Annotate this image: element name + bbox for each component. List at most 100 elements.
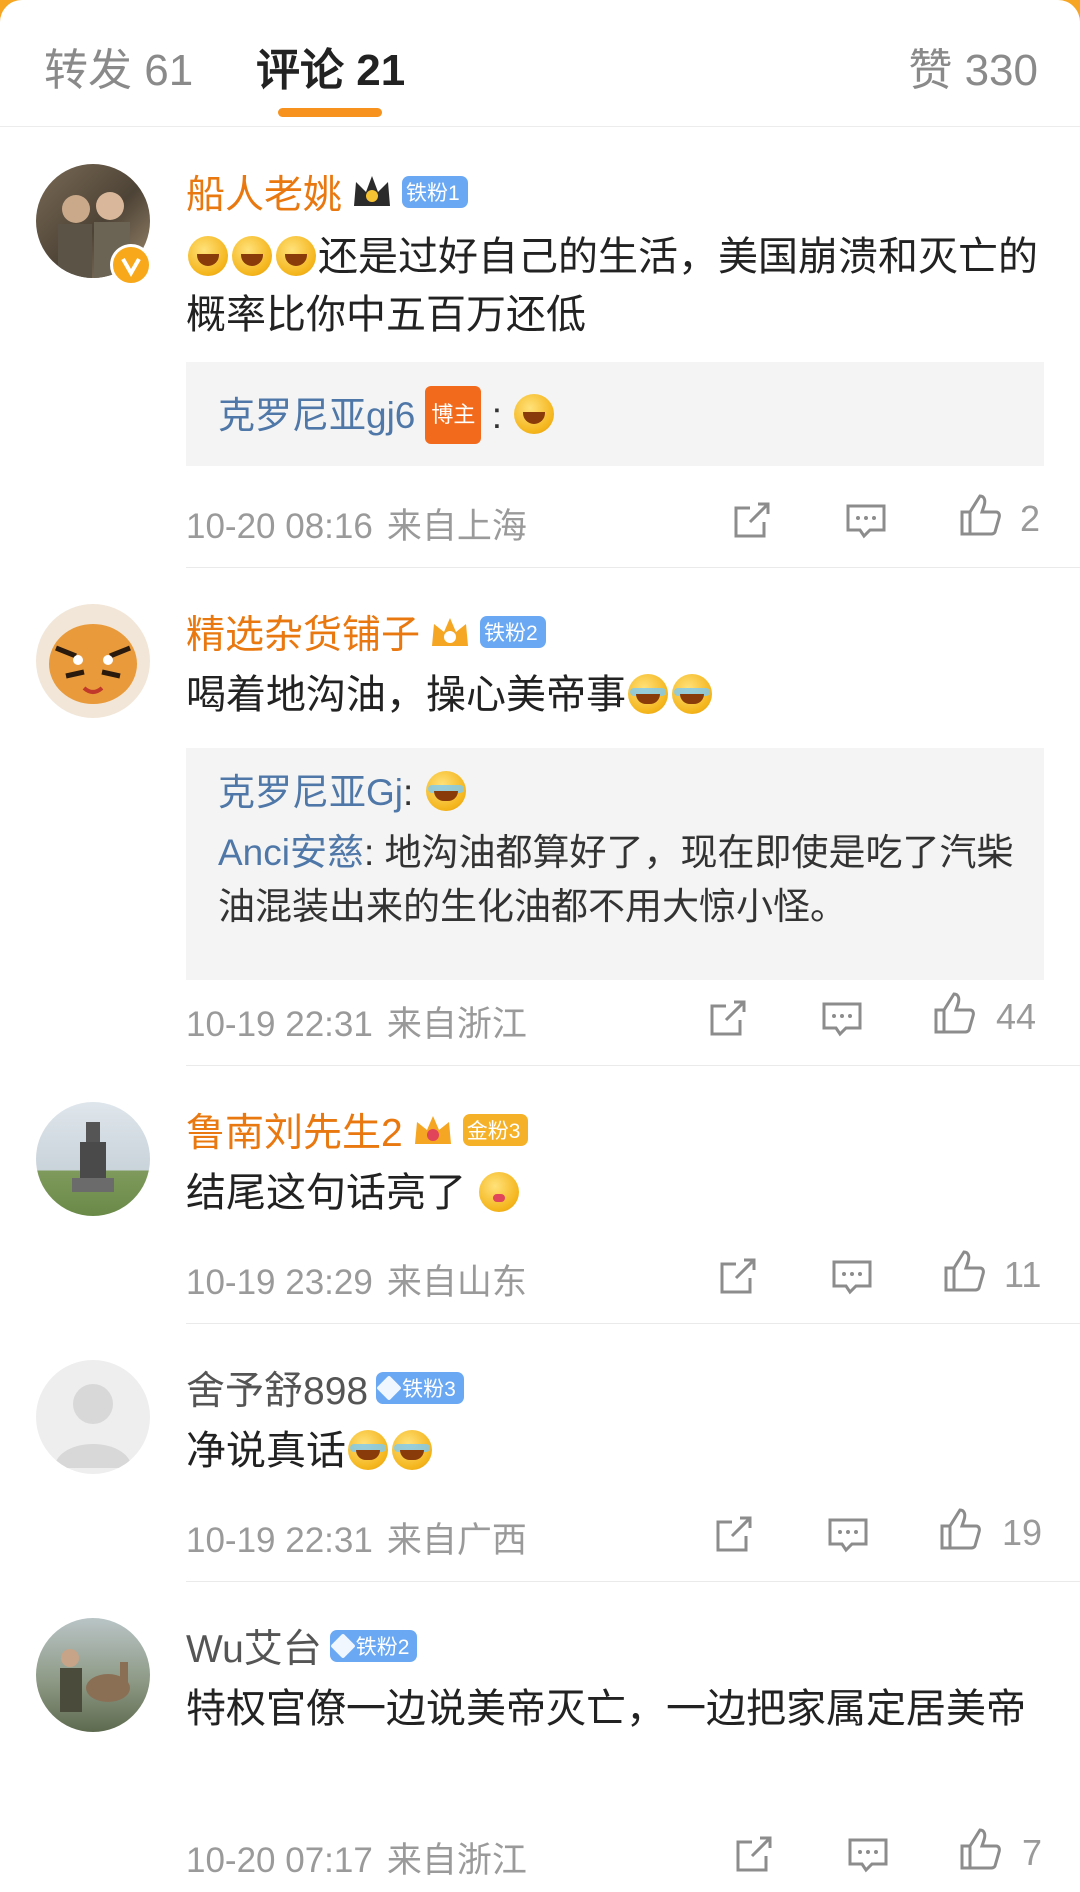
comment-body: 特权官僚一边说美帝灭亡，一边把家属定居美帝: [186, 1687, 1026, 1731]
reply-button[interactable]: [818, 994, 866, 1042]
location: 来自山东: [386, 1263, 527, 1302]
comment-text: 喝着地沟油，操心美帝事: [186, 666, 1046, 724]
fan-badge-label: 铁粉2: [355, 1636, 410, 1659]
laugh-cry-emoji-icon: [392, 1430, 432, 1470]
comment-meta: 10-19 22:31 来自广西: [186, 1512, 527, 1563]
share-button[interactable]: [710, 1510, 758, 1558]
location: 来自浙江: [386, 1841, 527, 1880]
comment-item: 鲁南刘先生2 金粉3 结尾这句话亮了 10-19 23:29 来自山东 11: [0, 1066, 1080, 1324]
comment-body: 结尾这句话亮了: [186, 1171, 466, 1215]
reply-username[interactable]: 克罗尼亚Gj: [218, 772, 403, 813]
comment-item: 精选杂货铺子 铁粉2 喝着地沟油，操心美帝事 克罗尼亚Gj: Anci安慈: 地…: [0, 568, 1080, 1066]
fan-badge: 铁粉3: [376, 1372, 464, 1404]
like-button[interactable]: [940, 1248, 988, 1296]
grin-emoji-icon: [232, 236, 272, 276]
comment-meta: 10-19 23:29 来自山东: [186, 1254, 527, 1305]
fan-badge: 铁粉1: [402, 176, 468, 208]
avatar[interactable]: [36, 1618, 150, 1732]
comment-icon: [822, 1002, 862, 1037]
comment-meta: 10-20 07:17 来自浙江: [186, 1832, 527, 1883]
reply-box[interactable]: 克罗尼亚gj6 博主 :: [186, 362, 1044, 466]
like-count: 7: [1022, 1832, 1043, 1873]
comment-meta: 10-20 08:16 来自上海: [186, 498, 527, 549]
comment-body: 喝着地沟油，操心美帝事: [186, 673, 626, 717]
reply-box[interactable]: 克罗尼亚Gj: Anci安慈: 地沟油都算好了，现在即使是吃了汽柴油混装出来的生…: [186, 748, 1044, 980]
tab-reposts[interactable]: 转发 61: [44, 34, 193, 98]
fan-badge: 金粉3: [462, 1114, 529, 1146]
reply-text: :: [403, 772, 414, 813]
username[interactable]: 精选杂货铺子: [186, 604, 420, 660]
fan-badge: 铁粉2: [480, 616, 546, 648]
thumbs-up-icon: [934, 992, 975, 1034]
laugh-cry-emoji-icon: [672, 674, 712, 714]
avatar[interactable]: [36, 1360, 150, 1474]
location: 来自浙江: [386, 1005, 527, 1044]
location: 来自上海: [386, 507, 527, 546]
diamond-icon: [330, 1633, 356, 1659]
comment-text: 还是过好自己的生活，美国崩溃和灭亡的概率比你中五百万还低: [186, 228, 1046, 344]
reply-button[interactable]: [844, 1830, 892, 1878]
username[interactable]: 船人老姚: [186, 164, 342, 220]
username[interactable]: 舍予舒898: [186, 1360, 368, 1416]
active-tab-indicator: [278, 108, 382, 117]
avatar-photo: [60, 1649, 130, 1712]
laugh-cry-emoji-icon: [425, 771, 466, 811]
laugh-cry-emoji-icon: [348, 1430, 388, 1470]
fan-badge: 铁粉2: [329, 1630, 418, 1662]
comment-text: 特权官僚一边说美帝灭亡，一边把家属定居美帝: [186, 1680, 1046, 1738]
share-button[interactable]: [714, 1252, 762, 1300]
crown-icon: [428, 612, 472, 652]
timestamp: 10-19 23:29: [186, 1263, 373, 1302]
like-count: 44: [996, 996, 1037, 1037]
avatar-photo: [72, 1122, 114, 1192]
grin-emoji-icon: [276, 236, 316, 276]
like-button[interactable]: [936, 1506, 984, 1554]
grin-emoji-icon: [188, 236, 228, 276]
tab-comments[interactable]: 评论 21: [256, 34, 405, 98]
tab-bar: 转发 61 评论 21 赞 330: [0, 0, 1080, 127]
reply-line: 克罗尼亚Gj:: [186, 748, 1044, 820]
share-icon: [734, 502, 770, 538]
like-count: 2: [1020, 498, 1041, 539]
comment-item: 舍予舒898 铁粉3 净说真话 10-19 22:31 来自广西 19: [0, 1324, 1080, 1582]
username[interactable]: Wu艾台: [186, 1618, 322, 1674]
reply-button[interactable]: [824, 1510, 872, 1558]
tab-likes[interactable]: 赞 330: [908, 34, 1038, 98]
thumbs-up-icon: [944, 1250, 985, 1292]
share-icon: [720, 1258, 756, 1294]
timestamp: 10-19 22:31: [186, 1521, 373, 1560]
avatar[interactable]: [36, 604, 150, 718]
timestamp: 10-20 07:17: [186, 1841, 373, 1880]
like-button[interactable]: [956, 492, 1004, 540]
comment-item: Wu艾台 铁粉2 特权官僚一边说美帝灭亡，一边把家属定居美帝 10-20 07:…: [0, 1582, 1080, 1892]
crown-icon: [411, 1110, 455, 1150]
comments-sheet: 转发 61 评论 21 赞 330 船人老姚 铁粉1 还是过好自己的生活，美国崩…: [0, 0, 1080, 1892]
grin-emoji-icon: [514, 394, 555, 434]
avatar-photo: [49, 624, 137, 704]
host-badge: 博主: [425, 386, 482, 444]
username[interactable]: 鲁南刘先生2: [186, 1102, 403, 1158]
reply-button[interactable]: [828, 1252, 876, 1300]
reply-line: 克罗尼亚gj6 博主 :: [186, 362, 1044, 444]
reply-username[interactable]: 克罗尼亚gj6: [218, 395, 415, 436]
comment-body: 净说真话: [186, 1429, 346, 1473]
share-button[interactable]: [704, 994, 752, 1042]
fan-badge-label: 铁粉3: [402, 1378, 456, 1401]
comment-icon: [846, 504, 886, 539]
reply-username[interactable]: Anci安慈: [218, 832, 364, 873]
comment-text: 结尾这句话亮了: [186, 1164, 1046, 1222]
location: 来自广西: [386, 1521, 527, 1560]
share-button[interactable]: [730, 1830, 778, 1878]
comment-item: 船人老姚 铁粉1 还是过好自己的生活，美国崩溃和灭亡的概率比你中五百万还低 克罗…: [0, 126, 1080, 568]
share-icon: [716, 1516, 752, 1552]
share-icon: [710, 1000, 746, 1036]
like-button[interactable]: [956, 1826, 1004, 1874]
timestamp: 10-20 08:16: [186, 507, 373, 546]
share-button[interactable]: [728, 496, 776, 544]
like-button[interactable]: [930, 990, 978, 1038]
reply-button[interactable]: [842, 496, 890, 544]
default-avatar-icon: [54, 1384, 132, 1468]
avatar[interactable]: [36, 1102, 150, 1216]
comment-meta: 10-19 22:31 来自浙江: [186, 996, 527, 1047]
comment-icon: [832, 1260, 872, 1295]
